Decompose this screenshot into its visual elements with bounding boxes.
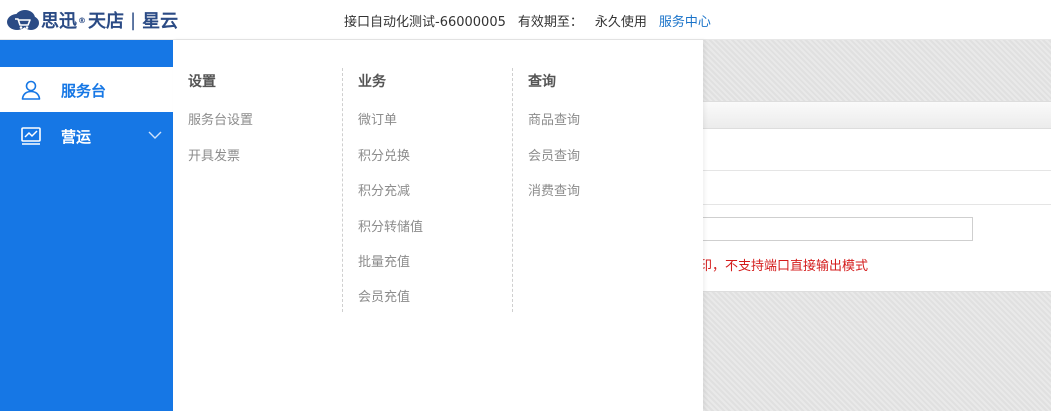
menu-item-points-adjust[interactable]: 积分充减 <box>358 180 410 199</box>
sidebar-item-label: 服务台 <box>61 82 107 100</box>
menu-item-product-query[interactable]: 商品查询 <box>528 109 580 128</box>
user-icon <box>21 80 41 100</box>
account-info: 接口自动化测试-66000005 有效期至： 永久使用 服务中心 <box>344 11 711 30</box>
brand-separator: | <box>130 9 137 31</box>
menu-item-points-to-balance[interactable]: 积分转储值 <box>358 216 423 235</box>
sidebar: 服务台 营运 <box>0 40 173 411</box>
menu-column-title: 查询 <box>528 74 556 90</box>
sidebar-item-service-desk[interactable]: 服务台 <box>0 67 173 112</box>
menu-column-settings: 设置 服务台设置 开具发票 <box>173 68 343 312</box>
settings-input[interactable] <box>673 217 973 241</box>
sidebar-item-label: 营运 <box>61 128 92 146</box>
cloud-cart-icon <box>7 10 39 30</box>
menu-item-points-exchange[interactable]: 积分兑换 <box>358 145 410 164</box>
account-name: 接口自动化测试-66000005 <box>344 15 506 30</box>
menu-column-title: 业务 <box>358 74 386 90</box>
menu-column-title: 设置 <box>188 74 216 90</box>
sidebar-item-operations[interactable]: 营运 <box>0 113 173 158</box>
brand-name: 思迅 ® 天店 | 星云 <box>41 7 178 33</box>
menu-item-consumption-query[interactable]: 消费查询 <box>528 180 580 199</box>
brand-name-part2: 天店 <box>88 11 124 32</box>
validity-value: 永久使用 <box>594 15 647 30</box>
service-center-link[interactable]: 服务中心 <box>659 11 711 30</box>
validity-label: 有效期至： <box>517 15 583 30</box>
menu-item-member-recharge[interactable]: 会员充值 <box>358 286 410 305</box>
brand-name-part3: 星云 <box>142 11 179 32</box>
menu-item-member-query[interactable]: 会员查询 <box>528 145 580 164</box>
menu-column-business: 业务 微订单 积分兑换 积分充减 积分转储值 批量充值 会员充值 <box>342 68 513 312</box>
menu-item-service-desk-settings[interactable]: 服务台设置 <box>188 109 253 128</box>
chart-monitor-icon <box>21 127 41 145</box>
registered-mark: ® <box>78 15 86 25</box>
menu-item-issue-invoice[interactable]: 开具发票 <box>188 145 240 164</box>
content-panel: 的打印，不支持端口直接输出模式 <box>673 101 1051 292</box>
mega-menu: 设置 服务台设置 开具发票 业务 微订单 积分兑换 积分充减 积分转储值 批量充… <box>173 40 703 411</box>
panel-divider <box>673 204 1051 205</box>
brand-name-part1: 思迅 <box>41 11 77 32</box>
menu-column-query: 查询 商品查询 会员查询 消费查询 <box>512 68 683 312</box>
menu-item-micro-order[interactable]: 微订单 <box>358 109 397 128</box>
top-header: 思迅 ® 天店 | 星云 接口自动化测试-66000005 有效期至： 永久使用… <box>0 0 1051 40</box>
chevron-down-icon <box>148 131 162 139</box>
panel-divider <box>673 170 1051 171</box>
panel-header <box>673 102 1051 129</box>
menu-item-batch-recharge[interactable]: 批量充值 <box>358 251 410 270</box>
brand-logo[interactable]: 思迅 ® 天店 | 星云 <box>5 7 178 33</box>
